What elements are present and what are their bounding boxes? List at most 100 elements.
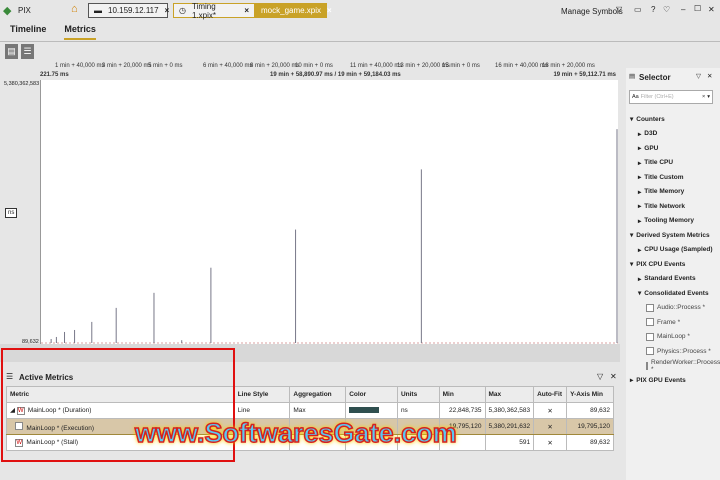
tree-item[interactable]: ▾ Consolidated Events bbox=[630, 286, 718, 301]
tree-item[interactable]: ▸ Title Network bbox=[630, 199, 718, 214]
collapsed-icon[interactable]: ▸ bbox=[638, 246, 641, 254]
tree-item-label: Tooling Memory bbox=[644, 217, 694, 225]
checkbox[interactable] bbox=[646, 332, 654, 341]
tree-item[interactable]: Physics::Process * bbox=[630, 344, 718, 359]
time-ruler[interactable]: 1 min + 40,000 ms 3 min + 20,000 ms 5 min … bbox=[40, 62, 618, 80]
tree-item[interactable]: ▸ Tooling Memory bbox=[630, 214, 718, 229]
tree-item[interactable]: Frame * bbox=[630, 315, 718, 330]
expanded-icon[interactable]: ▾ bbox=[630, 231, 633, 239]
collapsed-icon[interactable]: ▸ bbox=[638, 173, 641, 181]
column-header[interactable]: Units bbox=[396, 386, 440, 403]
cell[interactable]: ✕ bbox=[533, 402, 568, 419]
tab-timing[interactable]: ◷ Timing 1.xpix* × bbox=[173, 2, 255, 20]
tree-item[interactable]: ▸ PIX GPU Events bbox=[630, 373, 718, 388]
cell[interactable]: Line bbox=[233, 402, 291, 419]
units-label[interactable]: ns bbox=[5, 208, 18, 218]
collapsed-icon[interactable]: ▸ bbox=[638, 188, 641, 196]
cell-max: 5,380,362,583 bbox=[488, 407, 531, 414]
tree-item-label: Standard Events bbox=[644, 275, 696, 283]
tree-item[interactable]: ▸ GPU bbox=[630, 141, 718, 156]
expanded-icon[interactable]: ▾ bbox=[630, 260, 633, 268]
cell[interactable]: ✕ bbox=[533, 418, 568, 435]
color-swatch[interactable] bbox=[349, 406, 380, 413]
dropdown-icon[interactable]: ▽ bbox=[597, 372, 603, 381]
tree-item[interactable]: ▾ Counters bbox=[630, 112, 718, 127]
checkbox[interactable] bbox=[646, 303, 654, 312]
tree-item[interactable]: ▸ Title Custom bbox=[630, 170, 718, 185]
tree-item[interactable]: ▸ D3D bbox=[630, 127, 718, 142]
tab-mock-game[interactable]: mock_game.xpix × bbox=[255, 3, 332, 18]
tab-connection[interactable]: ▬ 10.159.12.117 × bbox=[88, 3, 170, 18]
tree-item[interactable]: Audio::Process * bbox=[630, 301, 718, 316]
column-header[interactable]: Y-Axis Min bbox=[566, 386, 614, 403]
tree-item[interactable]: MainLoop * bbox=[630, 330, 718, 345]
maximize-icon[interactable]: ☐ bbox=[694, 4, 701, 13]
tree-item-label: Title Custom bbox=[644, 173, 684, 181]
cell-min: 22,848,735 bbox=[448, 407, 482, 414]
column-header[interactable]: Line Style bbox=[233, 386, 291, 403]
feedback-icon[interactable]: ▭ bbox=[634, 5, 642, 14]
checkbox[interactable] bbox=[646, 361, 648, 370]
tree-item[interactable]: RenderWorker::Process * bbox=[630, 359, 720, 374]
close-icon[interactable]: × bbox=[165, 6, 170, 15]
cell[interactable]: 89,632 bbox=[566, 402, 614, 419]
close-icon[interactable]: ✕ bbox=[610, 372, 617, 381]
help-icon[interactable]: ? bbox=[651, 5, 655, 14]
chevron-down-icon[interactable]: ▾ bbox=[707, 94, 710, 100]
collapsed-icon[interactable]: ▸ bbox=[638, 159, 641, 167]
tree-item[interactable]: ▸ Standard Events bbox=[630, 272, 718, 287]
checkbox[interactable] bbox=[646, 347, 654, 356]
cell-ymin: 89,632 bbox=[590, 407, 610, 414]
column-header[interactable]: Min bbox=[438, 386, 486, 403]
collapsed-icon[interactable]: ▸ bbox=[638, 144, 641, 152]
cell[interactable]: 89,632 bbox=[566, 434, 614, 451]
tree-item[interactable]: ▸ CPU Usage (Sampled) bbox=[630, 243, 718, 258]
tree-item[interactable]: ▸ Title Memory bbox=[630, 185, 718, 200]
ruler-tick-label: 1 min + 40,000 ms bbox=[55, 63, 105, 69]
home-icon[interactable]: ⌂ bbox=[71, 3, 78, 15]
heart-icon[interactable]: ♡ bbox=[663, 5, 670, 14]
close-window-icon[interactable]: ✕ bbox=[708, 5, 715, 14]
cell[interactable]: 5,380,291,632 bbox=[484, 418, 535, 435]
list-icon[interactable]: ☰ bbox=[21, 44, 34, 59]
cell[interactable]: 19,795,120 bbox=[566, 418, 614, 435]
cell[interactable]: 22,848,735 bbox=[438, 402, 486, 419]
tree-item[interactable]: ▾ PIX CPU Events bbox=[630, 257, 718, 272]
collapsed-icon[interactable]: ▸ bbox=[630, 376, 633, 384]
column-header[interactable]: Auto-Fit bbox=[533, 386, 568, 403]
manage-symbols-button[interactable]: Manage Symbols bbox=[561, 7, 623, 16]
cell[interactable]: ✕ bbox=[533, 434, 568, 451]
tree-item[interactable]: ▾ Derived System Metrics bbox=[630, 228, 718, 243]
dropdown-icon[interactable]: ▽ bbox=[696, 72, 701, 80]
close-icon[interactable]: × bbox=[244, 6, 249, 15]
dropdown-icon[interactable]: ▽ bbox=[616, 5, 622, 14]
clear-icon[interactable]: × bbox=[702, 94, 705, 100]
minimize-icon[interactable]: – bbox=[681, 5, 685, 14]
filter-input[interactable]: Aa Filter (Ctrl+E) × ▾ bbox=[629, 90, 713, 104]
close-icon[interactable]: ✕ bbox=[707, 72, 712, 80]
column-header[interactable]: Max bbox=[484, 386, 535, 403]
tree-item-label: Audio::Process * bbox=[657, 304, 706, 312]
cell[interactable]: ns bbox=[396, 402, 440, 419]
column-header[interactable]: Aggregation bbox=[289, 386, 347, 403]
collapsed-icon[interactable]: ▸ bbox=[638, 202, 641, 210]
collapsed-icon[interactable]: ▸ bbox=[638, 275, 641, 283]
tab-timeline[interactable]: Timeline bbox=[10, 24, 46, 40]
collapsed-icon[interactable]: ▸ bbox=[638, 217, 641, 225]
cell[interactable]: Max bbox=[289, 402, 347, 419]
cell-color[interactable] bbox=[345, 402, 398, 419]
close-icon[interactable]: × bbox=[327, 6, 332, 15]
expanded-icon[interactable]: ▾ bbox=[638, 289, 641, 297]
collapsed-icon[interactable]: ▸ bbox=[638, 130, 641, 138]
cell[interactable]: 5,380,362,583 bbox=[484, 402, 535, 419]
expanded-icon[interactable]: ▾ bbox=[630, 115, 633, 123]
checkbox[interactable] bbox=[646, 318, 654, 327]
tab-metrics[interactable]: Metrics bbox=[64, 24, 96, 40]
metrics-chart[interactable] bbox=[40, 80, 618, 344]
tree-item[interactable]: ▸ Title CPU bbox=[630, 156, 718, 171]
column-header[interactable]: Color bbox=[345, 386, 398, 403]
clipboard-icon[interactable]: ▤ bbox=[5, 44, 18, 59]
match-case-icon[interactable]: Aa bbox=[632, 94, 639, 100]
cell[interactable]: 591 bbox=[484, 434, 535, 451]
console-icon: ▬ bbox=[94, 6, 102, 15]
